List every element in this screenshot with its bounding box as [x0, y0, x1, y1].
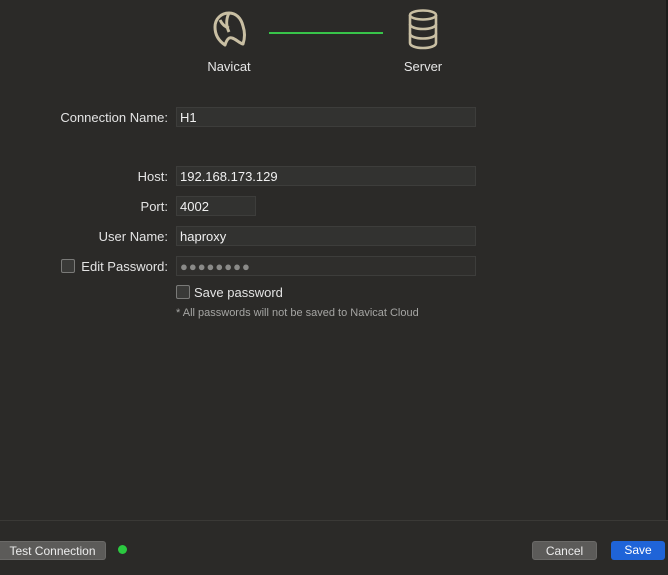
port-field[interactable] [176, 196, 256, 216]
test-connection-button[interactable]: Test Connection [0, 541, 106, 560]
cloud-note: * All passwords will not be saved to Nav… [176, 307, 419, 319]
password-field[interactable]: ●●●●●●●● [176, 256, 476, 276]
connection-line [269, 32, 383, 34]
user-name-field[interactable] [176, 226, 476, 246]
edit-password-checkbox[interactable] [61, 259, 75, 273]
connection-name-field[interactable] [176, 107, 476, 127]
connection-status-indicator [118, 545, 127, 554]
navicat-label: Navicat [207, 59, 251, 74]
edit-password-label: Edit Password: [81, 259, 168, 274]
cancel-button[interactable]: Cancel [532, 541, 597, 560]
host-label: Host: [137, 169, 168, 184]
database-icon [408, 9, 438, 50]
save-password-checkbox[interactable] [176, 285, 190, 299]
navicat-header: Navicat [203, 8, 255, 74]
navicat-dolphin-icon [213, 11, 246, 47]
save-password-label: Save password [194, 285, 283, 300]
save-button[interactable]: Save [611, 541, 665, 560]
server-header: Server [398, 8, 448, 74]
user-name-label: User Name: [98, 229, 168, 244]
server-label: Server [403, 59, 443, 74]
connection-name-label: Connection Name: [60, 110, 168, 125]
port-label: Port: [140, 199, 168, 214]
dialog-footer: Test Connection Cancel Save [0, 520, 668, 575]
connection-dialog: Navicat Server Connection Name: Host: Po… [0, 0, 668, 575]
host-field[interactable] [176, 166, 476, 186]
